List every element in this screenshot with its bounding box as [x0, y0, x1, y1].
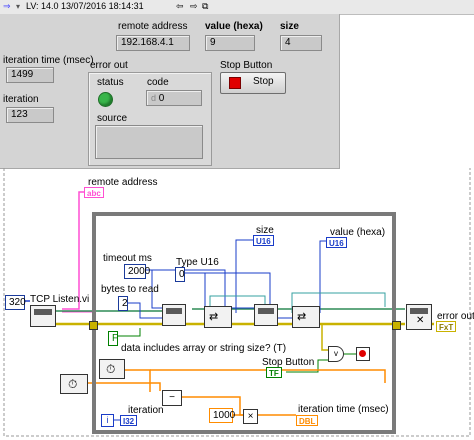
shift-register-right — [392, 321, 401, 330]
tcp-listen-label: TCP Listen.vi — [30, 294, 90, 305]
unflatten-node-2[interactable]: ⇄ — [292, 306, 320, 328]
bd-iteration-terminal[interactable]: I32 — [120, 415, 138, 426]
port-constant[interactable]: 320 — [5, 295, 26, 310]
tick-count-node-1[interactable]: ⏱ — [99, 359, 125, 379]
bd-iteration-time-terminal[interactable]: DBL — [296, 415, 319, 426]
tcp-read-node-1[interactable] — [162, 304, 186, 326]
ms-constant[interactable]: 1000 — [209, 408, 235, 423]
or-function[interactable]: v — [328, 346, 344, 362]
tcp-close-node[interactable]: ✕ — [406, 304, 432, 330]
tcp-listen-node[interactable] — [30, 305, 56, 327]
tcp-icon — [166, 308, 182, 314]
bd-iteration-time-label: iteration time (msec) — [298, 404, 389, 415]
bytes-constant[interactable]: 2 — [118, 296, 128, 311]
bd-remote-address-terminal[interactable]: abc — [84, 187, 104, 198]
bd-value-hexa-terminal[interactable]: U16 — [326, 237, 347, 248]
while-loop[interactable] — [92, 212, 396, 434]
subtract-function[interactable]: − — [162, 390, 182, 406]
close-icon: ✕ — [416, 315, 425, 326]
bd-stop-button-terminal[interactable]: TF — [266, 367, 282, 378]
timeout-label: timeout ms — [103, 253, 152, 264]
type-constant[interactable]: 0 — [175, 267, 185, 282]
include-size-constant[interactable]: F — [108, 331, 118, 346]
tcp-icon — [410, 308, 428, 314]
unflatten-node-1[interactable]: ⇄ — [204, 306, 232, 328]
multiply-function[interactable]: × — [243, 409, 258, 424]
unflatten-icon: ⇄ — [209, 311, 219, 323]
bytes-to-read-label: bytes to read — [101, 284, 159, 295]
clock-icon: ⏱ — [106, 362, 116, 376]
stop-if-true-icon — [359, 350, 366, 357]
unflatten-icon: ⇄ — [297, 311, 307, 323]
shift-register-left — [89, 321, 98, 330]
include-size-label: data includes array or string size? (T) — [121, 343, 287, 354]
timeout-constant[interactable]: 2000 — [124, 264, 150, 279]
bd-size-terminal[interactable]: U16 — [253, 235, 274, 246]
bd-error-out-terminal[interactable]: FxT — [436, 321, 457, 332]
clock-icon: ⏱ — [68, 377, 78, 391]
loop-condition[interactable] — [356, 347, 370, 361]
iteration-terminal: i — [101, 414, 114, 427]
tcp-read-node-2[interactable] — [254, 304, 278, 326]
tcp-icon — [34, 309, 52, 315]
tick-count-node-2[interactable]: ⏱ — [60, 374, 88, 394]
tcp-icon — [258, 308, 274, 314]
